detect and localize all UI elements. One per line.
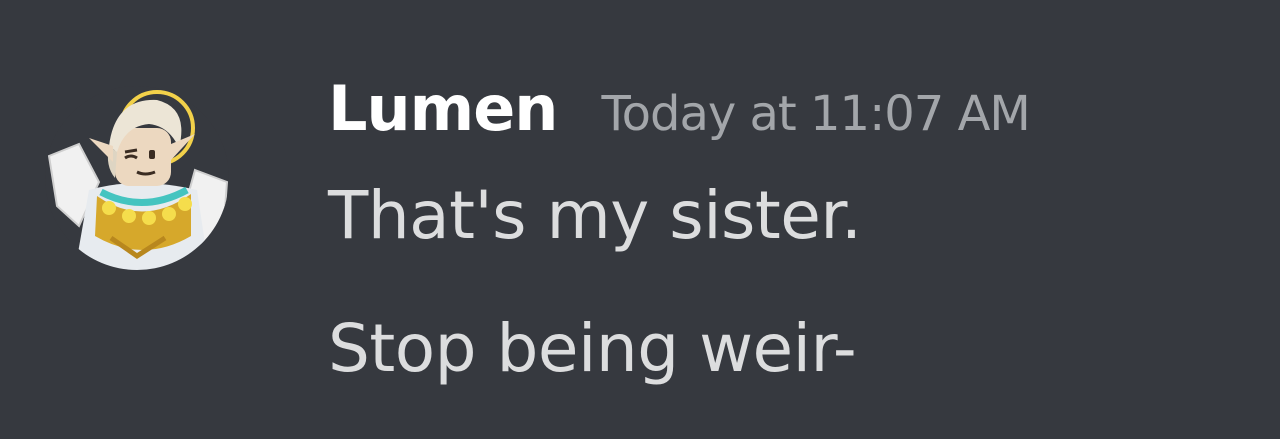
avatar-knight-icon [45, 86, 229, 270]
message-text-line-2: Stop being weir- [328, 310, 857, 387]
timestamp: Today at 11:07 AM [601, 86, 1030, 142]
avatar[interactable] [45, 86, 229, 270]
username[interactable]: Lumen [328, 72, 558, 145]
message-text-line-1: That's my sister. [328, 177, 862, 254]
message-group: Lumen Today at 11:07 AM That's my sister… [0, 0, 1280, 439]
message-header: Lumen Today at 11:07 AM [328, 72, 1031, 156]
